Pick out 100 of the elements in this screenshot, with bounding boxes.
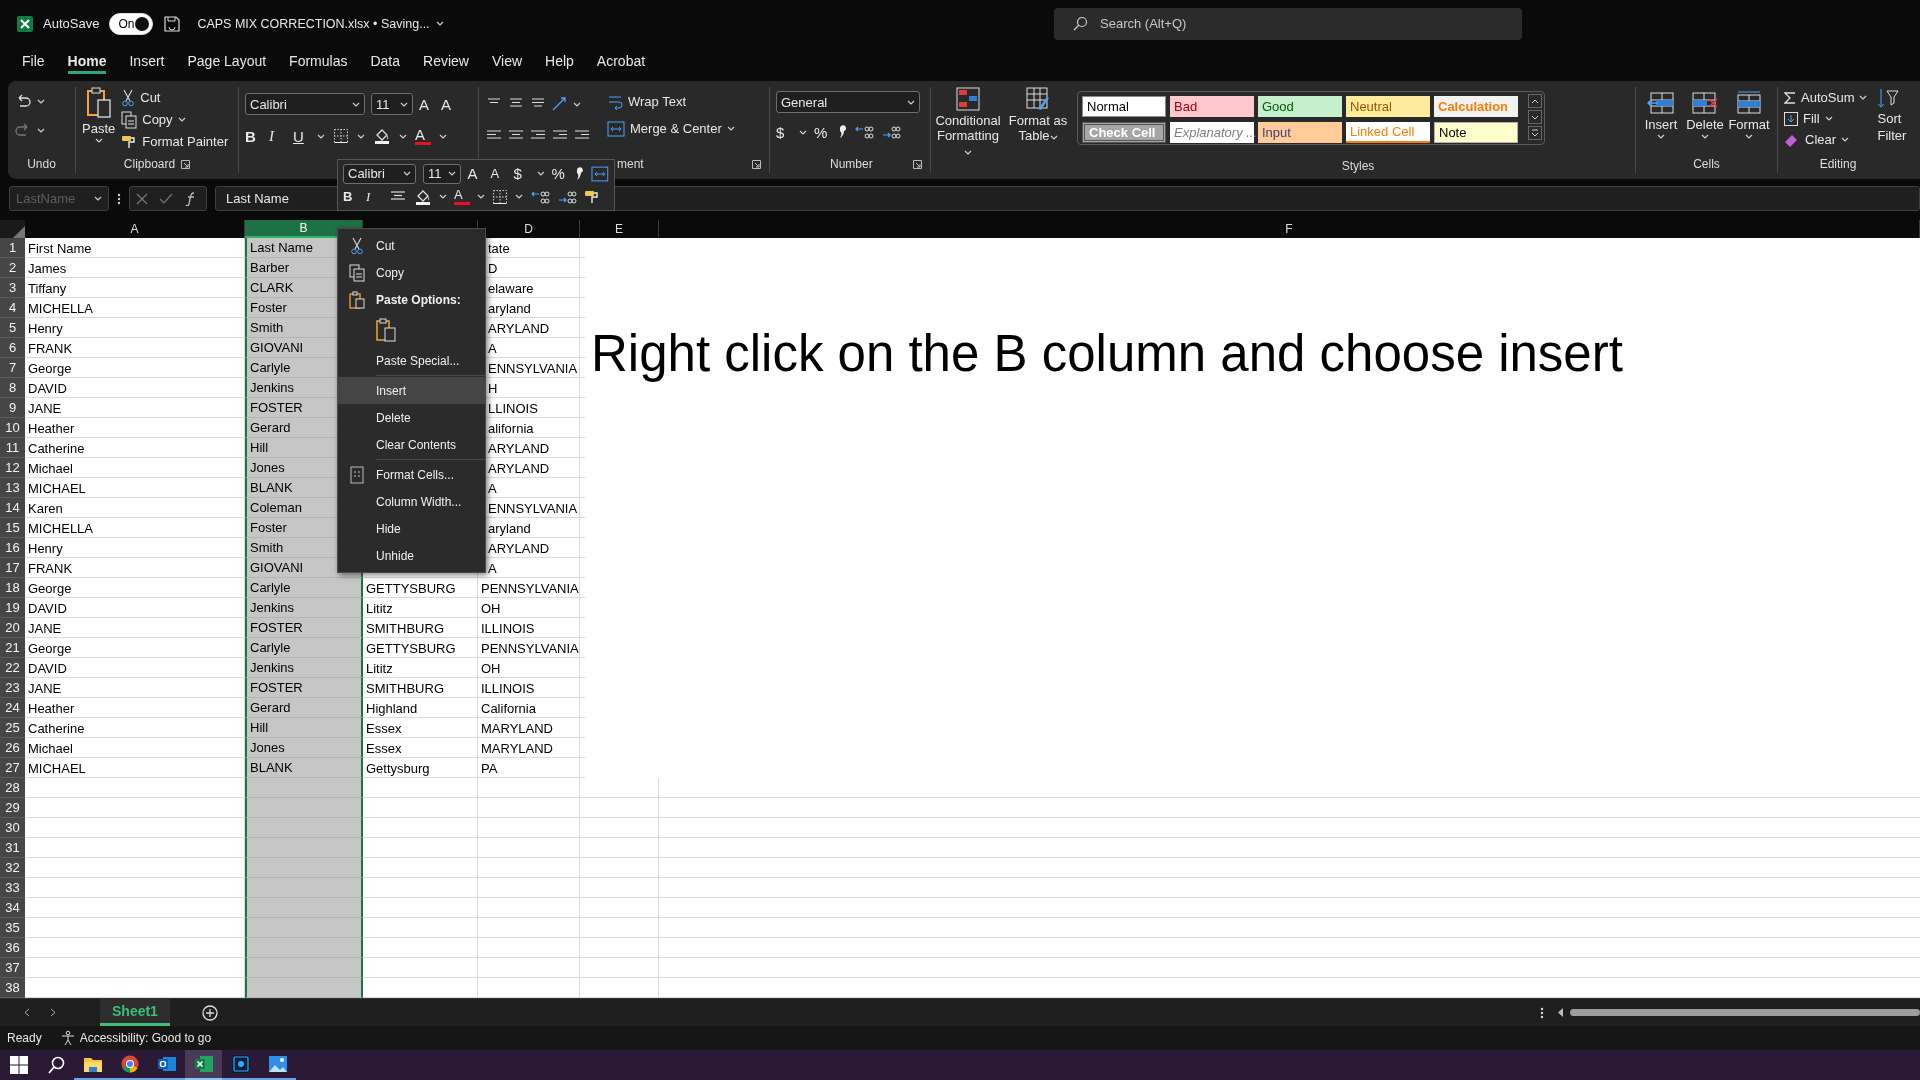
grow-font-button[interactable]: A [419, 95, 435, 113]
dialog-launcher-icon[interactable] [181, 159, 191, 169]
table-cell[interactable] [245, 818, 363, 838]
table-cell[interactable]: FRANK [25, 558, 245, 578]
table-cell[interactable]: JANE [25, 678, 245, 698]
row-header[interactable]: 3 [0, 278, 25, 298]
shrink-font-button[interactable]: A [441, 95, 457, 113]
italic-button[interactable]: I [269, 127, 285, 145]
caret-icon[interactable] [94, 138, 103, 143]
spreadsheet-logo-icon[interactable] [17, 15, 33, 32]
row-header[interactable]: 16 [0, 538, 25, 558]
currency-button[interactable]: $ [513, 165, 530, 182]
scroll-left-icon[interactable] [24, 1008, 30, 1017]
row-header[interactable]: 23 [0, 678, 25, 698]
underline-button[interactable]: U [293, 127, 309, 145]
table-cell[interactable] [245, 838, 363, 858]
folder-icon[interactable] [82, 1055, 103, 1073]
caret-icon[interactable] [1657, 134, 1665, 139]
font-color-button[interactable]: A [415, 127, 431, 145]
dialog-launcher-icon[interactable] [752, 159, 761, 169]
comma-style-icon[interactable] [837, 124, 847, 140]
table-cell[interactable]: MICHELLA [25, 298, 245, 318]
table-cell[interactable]: Carlyle [245, 638, 363, 658]
table-cell[interactable]: MARYLAND [478, 738, 580, 758]
caret-icon[interactable] [439, 194, 447, 199]
sort-filter-button[interactable]: Sort Filter [1877, 87, 1907, 155]
row-header[interactable]: 19 [0, 598, 25, 618]
paste-button[interactable]: Paste [82, 87, 116, 155]
table-cell[interactable]: Gerard [245, 698, 363, 718]
cells-button[interactable]: Insert [1642, 91, 1680, 155]
orientation-icon[interactable] [551, 96, 569, 112]
table-cell[interactable]: Heather [25, 418, 245, 438]
number-format-select[interactable]: General [776, 91, 920, 113]
row-header[interactable]: 13 [0, 478, 25, 498]
cells-button[interactable]: Delete [1686, 91, 1724, 155]
row-header[interactable]: 20 [0, 618, 25, 638]
table-cell[interactable]: Gettysburg [363, 758, 478, 778]
table-cell[interactable]: Michael [25, 738, 245, 758]
row-header[interactable]: 17 [0, 558, 25, 578]
table-cell[interactable]: FOSTER [245, 618, 363, 638]
table-cell[interactable]: Highland [363, 698, 478, 718]
ribbon-tab[interactable]: View [491, 49, 523, 74]
table-cell[interactable]: Jones [245, 738, 363, 758]
row-header[interactable]: 6 [0, 338, 25, 358]
table-cell[interactable] [245, 858, 363, 878]
table-cell[interactable]: MARYLAND [478, 718, 580, 738]
row-header[interactable]: 31 [0, 838, 25, 858]
cell-style[interactable]: Normal [1082, 96, 1166, 117]
table-cell[interactable]: George [25, 358, 245, 378]
table-cell[interactable]: Jenkins [245, 598, 363, 618]
table-cell[interactable] [245, 978, 363, 998]
ribbon-tab[interactable]: File [22, 49, 45, 74]
cell-style[interactable]: Neutral [1346, 96, 1430, 117]
merge-center-button[interactable]: Merge & Center [607, 118, 735, 139]
table-cell[interactable]: Carlyle [245, 578, 363, 598]
font-color-button[interactable]: A [454, 188, 470, 205]
scroll-left-icon[interactable] [1558, 1008, 1564, 1017]
font-select[interactable]: Calibri [245, 93, 365, 115]
comma-style-icon[interactable] [574, 165, 585, 182]
table-cell[interactable]: George [25, 578, 245, 598]
row-header[interactable]: 38 [0, 978, 25, 998]
caret-icon[interactable] [357, 133, 365, 139]
caret-icon[interactable] [317, 133, 325, 139]
ribbon-tab[interactable]: Data [370, 49, 401, 74]
table-cell[interactable]: OH [478, 658, 580, 678]
caret-icon[interactable] [536, 171, 545, 176]
save-icon[interactable] [163, 14, 182, 33]
fill-button[interactable]: Fill [1784, 108, 1868, 129]
ribbon-tab[interactable]: Review [423, 49, 469, 74]
expand-gallery-icon[interactable] [1528, 126, 1542, 140]
percent-button[interactable]: % [551, 165, 568, 182]
percent-button[interactable]: % [814, 123, 830, 141]
copy-button[interactable]: Copy [121, 109, 229, 130]
caret-icon[interactable] [1745, 134, 1753, 139]
brush-icon[interactable] [121, 133, 138, 150]
accessibility-status[interactable]: Accessibility: Good to go [79, 1031, 212, 1045]
row-header[interactable]: 36 [0, 938, 25, 958]
caret-icon[interactable] [435, 21, 444, 26]
table-cell[interactable]: PENNSYLVANIA [478, 638, 580, 658]
more-icon[interactable] [117, 191, 121, 206]
table-cell[interactable] [245, 878, 363, 898]
font-size-select[interactable]: 11 [371, 93, 413, 115]
table-cell[interactable]: Heather [25, 698, 245, 718]
accessibility-icon[interactable] [59, 1030, 76, 1046]
cancel-icon[interactable] [135, 192, 148, 205]
caret-icon[interactable] [352, 101, 360, 107]
table-cell[interactable]: Lititz [363, 598, 478, 618]
table-cell[interactable]: ILLINOIS [478, 678, 580, 698]
table-cell[interactable]: JANE [25, 398, 245, 418]
borders-icon[interactable] [492, 188, 508, 205]
scroll-up-icon[interactable] [1528, 94, 1542, 108]
conditional-formatting-button[interactable]: Conditional Formatting [937, 87, 999, 158]
caret-icon[interactable] [726, 126, 735, 131]
table-cell[interactable]: Essex [363, 738, 478, 758]
row-header[interactable]: 8 [0, 378, 25, 398]
row-header[interactable]: 34 [0, 898, 25, 918]
table-cell[interactable]: PA [478, 758, 580, 778]
table-cell[interactable]: First Name [25, 238, 245, 258]
table-cell[interactable]: FRANK [25, 338, 245, 358]
more-icon[interactable] [1540, 1006, 1544, 1019]
